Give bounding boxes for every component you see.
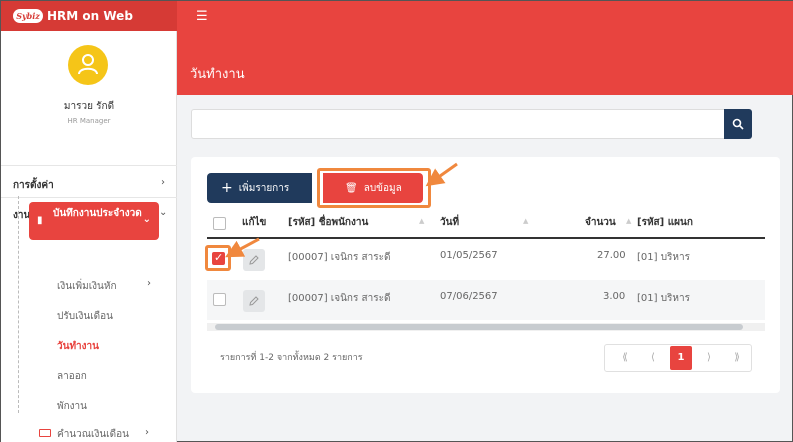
arrow-to-delete xyxy=(425,162,458,187)
annotation-arrows xyxy=(225,162,458,258)
arrow-to-checkbox xyxy=(225,237,260,258)
